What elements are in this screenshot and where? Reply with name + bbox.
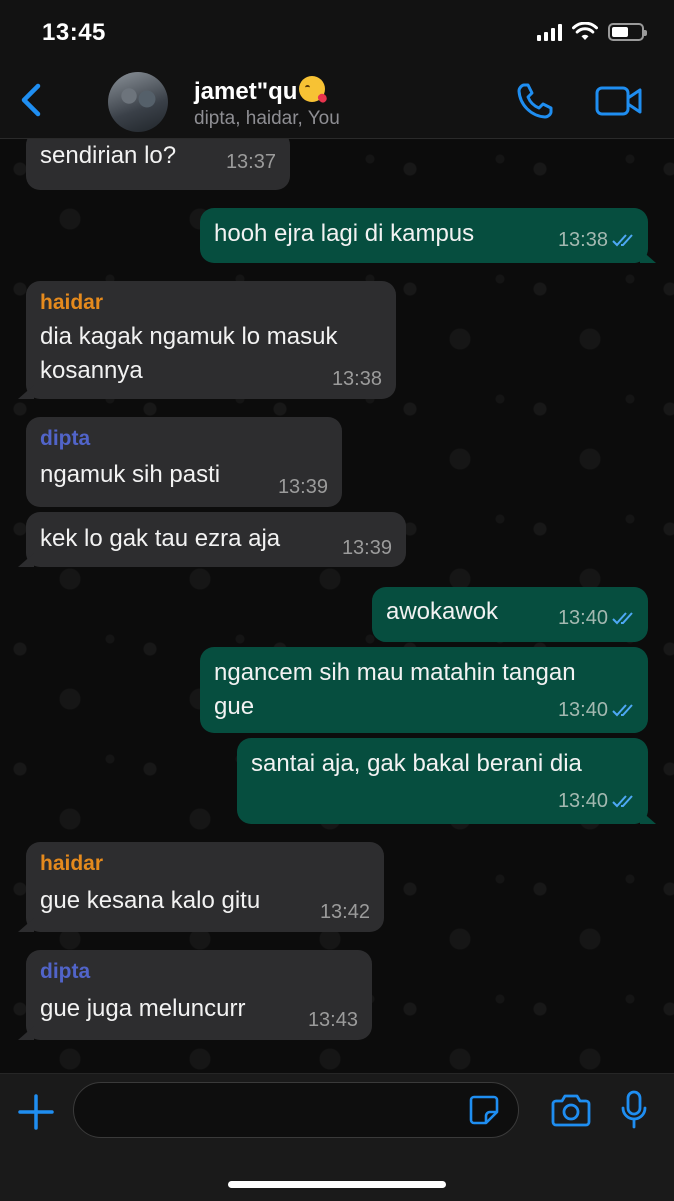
- bubble-tail: [18, 1026, 34, 1040]
- sender-name: dipta: [40, 427, 91, 450]
- chat-participants: dipta, haidar, You: [194, 108, 340, 129]
- message-text: sendirian lo?: [40, 142, 177, 169]
- message-bubble-outgoing[interactable]: awokawok 13:40: [372, 587, 648, 642]
- message-time: 13:37: [225, 151, 276, 173]
- message-input[interactable]: [73, 1082, 519, 1138]
- back-chevron-icon[interactable]: [12, 78, 52, 122]
- message-text: kosannya: [40, 357, 143, 384]
- chat-header: jamet"qu dipta, haidar, You: [0, 64, 674, 139]
- read-receipt-icon: [612, 234, 633, 247]
- wifi-icon: [572, 22, 598, 40]
- message-time: 13:40: [557, 607, 608, 629]
- bubble-tail: [18, 385, 34, 399]
- read-receipt-icon: [612, 704, 633, 717]
- message-bubble-incoming[interactable]: sendirian lo? 13:37: [26, 139, 290, 190]
- message-text: hooh ejra lagi di kampus: [214, 220, 475, 247]
- read-receipt-icon: [612, 612, 633, 625]
- message-time: 13:38: [557, 229, 608, 251]
- message-bubble-incoming[interactable]: dipta gue juga meluncurr 13:43: [18, 950, 372, 1040]
- status-icons: [537, 22, 647, 41]
- cellular-signal-icon: [537, 23, 562, 41]
- message-bubble-incoming[interactable]: haidar dia kagak ngamuk lo masuk kosanny…: [18, 281, 396, 399]
- group-avatar[interactable]: [108, 72, 168, 132]
- chat-title[interactable]: jamet"qu: [194, 76, 326, 106]
- status-time: 13:45: [42, 19, 106, 46]
- voice-call-icon[interactable]: [514, 80, 556, 122]
- plus-icon[interactable]: [16, 1092, 56, 1132]
- message-time: 13:42: [319, 901, 370, 923]
- status-bar: 13:45: [0, 0, 674, 64]
- message-bubble-outgoing[interactable]: santai aja, gak bakal berani dia 13:40: [237, 738, 656, 824]
- camera-icon[interactable]: [550, 1092, 592, 1128]
- message-text: gue: [214, 693, 255, 720]
- message-text: ngamuk sih pasti: [40, 461, 221, 488]
- message-list[interactable]: sendirian lo? 13:37 hooh ejra lagi di ka…: [0, 139, 674, 1073]
- message-bubble-outgoing[interactable]: hooh ejra lagi di kampus 13:38: [200, 208, 656, 263]
- message-bubble-incoming[interactable]: haidar gue kesana kalo gitu 13:42: [18, 842, 384, 932]
- message-bubble-incoming[interactable]: dipta ngamuk sih pasti 13:39: [26, 417, 342, 507]
- message-time: 13:39: [277, 476, 328, 498]
- message-time: 13:40: [557, 699, 608, 721]
- kissing-face-emoji-icon: [299, 76, 326, 102]
- sender-name: haidar: [40, 852, 104, 875]
- video-call-icon[interactable]: [594, 82, 644, 120]
- message-bubble-outgoing[interactable]: ngancem sih mau matahin tangan gue 13:40: [200, 647, 648, 733]
- home-indicator: [228, 1181, 446, 1188]
- sticker-icon[interactable]: [468, 1094, 500, 1126]
- message-time: 13:43: [307, 1009, 358, 1031]
- bubble-tail: [18, 553, 34, 567]
- message-text: dia kagak ngamuk lo masuk: [40, 323, 338, 350]
- read-receipt-icon: [612, 795, 633, 808]
- message-text: kek lo gak tau ezra aja: [40, 525, 281, 552]
- battery-icon: [608, 22, 647, 41]
- microphone-icon[interactable]: [620, 1090, 648, 1130]
- message-text: gue juga meluncurr: [40, 995, 246, 1022]
- chat-title-text: jamet"qu: [194, 78, 298, 105]
- message-text: gue kesana kalo gitu: [40, 887, 261, 914]
- message-time: 13:40: [557, 790, 608, 812]
- composer-bar: [0, 1073, 674, 1201]
- sender-name: haidar: [40, 291, 104, 314]
- sender-name: dipta: [40, 960, 91, 983]
- bubble-tail: [640, 810, 656, 824]
- message-text: santai aja, gak bakal berani dia: [251, 750, 582, 777]
- message-time: 13:38: [331, 368, 382, 390]
- message-text: ngancem sih mau matahin tangan: [214, 659, 576, 686]
- message-text: awokawok: [386, 598, 499, 625]
- bubble-tail: [640, 249, 656, 263]
- message-time: 13:39: [341, 537, 392, 559]
- message-bubble-incoming[interactable]: kek lo gak tau ezra aja 13:39: [18, 512, 406, 567]
- bubble-tail: [18, 918, 34, 932]
